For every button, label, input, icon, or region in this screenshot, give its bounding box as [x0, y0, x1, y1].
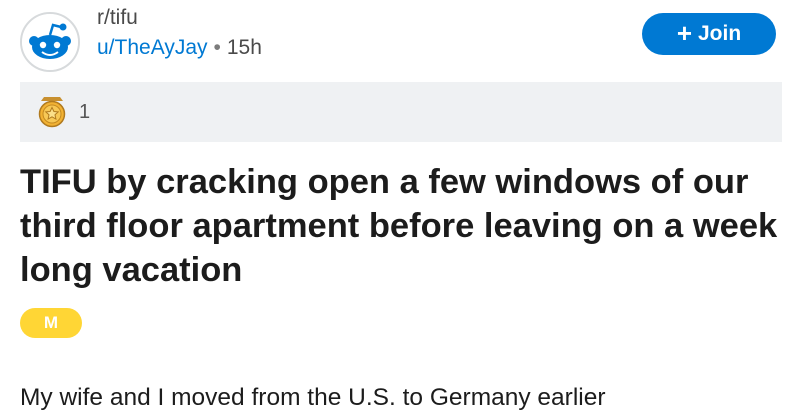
author-link[interactable]: u/TheAyJay — [97, 36, 208, 59]
subreddit-avatar[interactable] — [20, 12, 80, 72]
post-header: r/tifu u/TheAyJay • 15h + Join — [0, 0, 800, 80]
plus-icon: + — [676, 18, 692, 48]
join-button-label: Join — [698, 22, 742, 45]
award-medal-icon — [38, 97, 66, 128]
post-body: My wife and I moved from the U.S. to Ger… — [20, 384, 606, 411]
post-meta: u/TheAyJay • 15h — [97, 36, 262, 60]
meta-separator: • — [213, 36, 221, 59]
post-title[interactable]: TIFU by cracking open a few windows of o… — [20, 160, 780, 292]
post-flair-badge[interactable]: M — [20, 308, 82, 338]
post-age: 15h — [226, 36, 262, 59]
subreddit-name[interactable]: r/tifu — [97, 6, 138, 30]
award-count: 1 — [79, 100, 91, 123]
awards-bar[interactable]: 1 — [20, 82, 782, 142]
join-button[interactable]: + Join — [642, 13, 776, 55]
reddit-snoo-icon — [22, 14, 78, 70]
